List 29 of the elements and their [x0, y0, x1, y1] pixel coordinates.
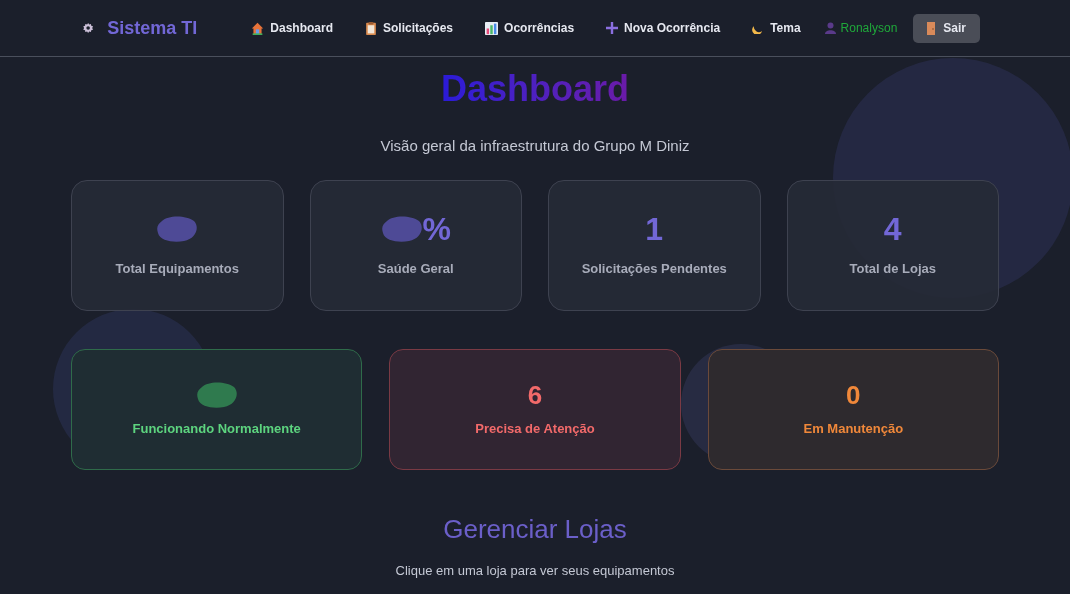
stat-value: 4	[883, 213, 902, 246]
stat-label: Saúde Geral	[377, 260, 454, 279]
nav-link[interactable]: Tema	[738, 13, 815, 43]
plus-icon	[606, 22, 619, 34]
stat-value: 1	[645, 213, 664, 246]
section-subtitle: Clique em uma loja para ver seus equipamentos	[395, 561, 675, 580]
status-value: 0	[846, 382, 861, 409]
status-label: Funcionando Normalmente	[132, 420, 301, 439]
nav-link[interactable]: Dashboard	[237, 13, 347, 43]
stat-label: Solicitações Pendentes	[581, 260, 727, 279]
logout-button[interactable]: Sair	[913, 13, 980, 43]
status-label: Precisa de Atenção	[475, 420, 595, 439]
user-icon	[824, 22, 836, 34]
clipboard-icon	[365, 21, 377, 35]
section-title: Gerenciar Lojas	[443, 512, 627, 546]
stat-label: Total de Lojas	[849, 260, 936, 279]
bar-chart-icon	[485, 21, 499, 35]
stat-label: Total Equipamentos	[115, 260, 239, 279]
nav-link[interactable]: Solicitações	[351, 13, 468, 43]
house-icon	[251, 21, 265, 35]
user-name: Ronalyson	[840, 20, 898, 37]
nav-link[interactable]: Ocorrências	[471, 13, 589, 43]
brand-name: Sistema TI	[107, 16, 198, 40]
page-subtitle: Visão geral da infraestrutura do Grupo M Diniz	[380, 136, 690, 156]
nav-link[interactable]: Nova Ocorrência	[592, 13, 735, 43]
status-label: Em Manutenção	[803, 420, 904, 439]
stat-value: %	[422, 213, 451, 246]
status-value: 6	[527, 382, 543, 409]
door-icon	[927, 21, 936, 35]
